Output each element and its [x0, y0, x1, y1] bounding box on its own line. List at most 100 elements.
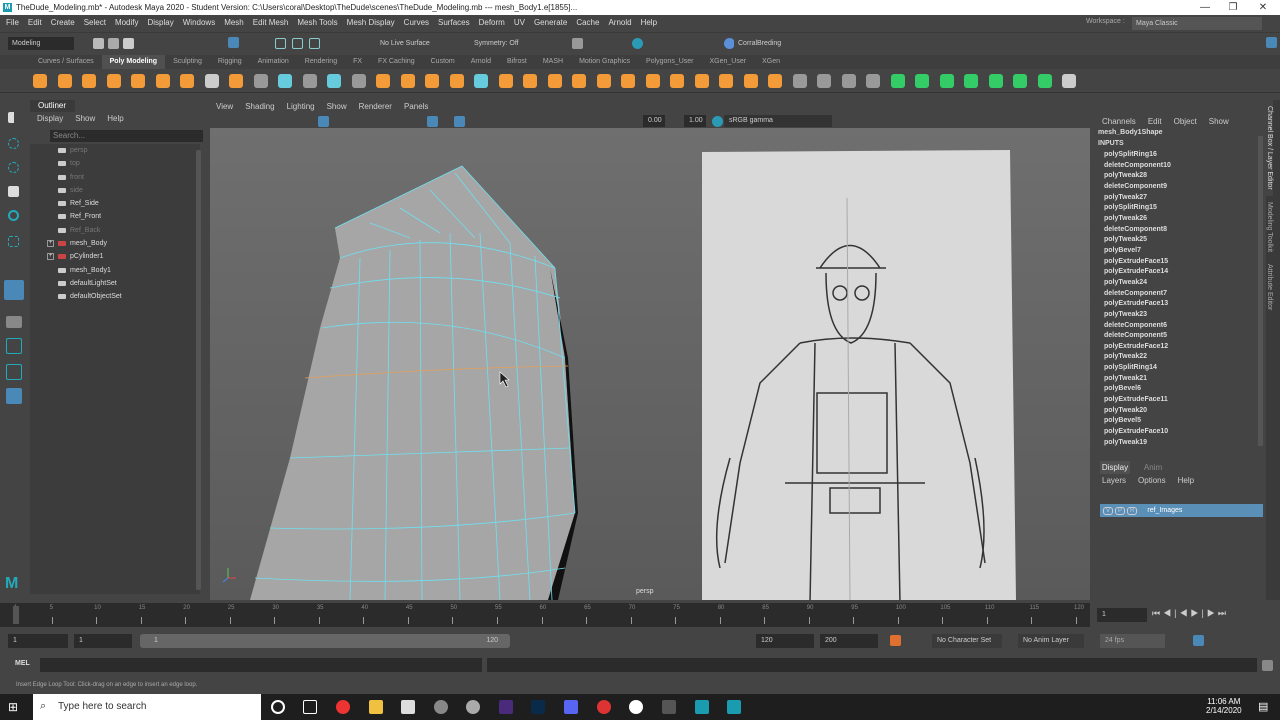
layer-row-ref-images[interactable]: V P R ref_Images — [1100, 504, 1263, 517]
shelf-tab-polygons-user[interactable]: Polygons_User — [638, 55, 701, 69]
playback-options-icon[interactable] — [1193, 635, 1204, 646]
character-set-dropdown[interactable]: No Character Set — [932, 634, 1002, 648]
channel-menu-edit[interactable]: Edit — [1148, 115, 1162, 129]
shelf-tab-mash[interactable]: MASH — [535, 55, 571, 69]
shelf-tool-icon[interactable] — [302, 74, 317, 88]
input-node[interactable]: polyExtrudeFace10 — [1095, 427, 1255, 438]
maya-active-icon[interactable] — [727, 700, 741, 714]
menu-surfaces[interactable]: Surfaces — [438, 18, 470, 27]
shelf-tab-sculpting[interactable]: Sculpting — [165, 55, 210, 69]
shelf-tool-icon[interactable] — [474, 74, 488, 88]
shelf-tool-icon[interactable] — [449, 74, 464, 88]
shelf-tool-icon[interactable] — [890, 74, 905, 88]
menu-mesh-display[interactable]: Mesh Display — [347, 18, 395, 27]
menu-help[interactable]: Help — [641, 18, 657, 27]
shelf-tab-xgen[interactable]: XGen — [754, 55, 788, 69]
shelf-tool-icon[interactable] — [670, 74, 684, 88]
auto-key-icon[interactable] — [890, 635, 901, 646]
input-node[interactable]: polySplitRing15 — [1095, 203, 1255, 214]
shelf-tool-icon[interactable] — [1037, 74, 1052, 88]
shelf-tool-icon[interactable] — [694, 74, 709, 88]
input-node[interactable]: polySplitRing14 — [1095, 363, 1255, 374]
outliner-item-ref-front[interactable]: Ref_Front — [30, 210, 200, 223]
anim-layer-dropdown[interactable]: No Anim Layer — [1018, 634, 1084, 648]
viewport-menu-lighting[interactable]: Lighting — [287, 100, 315, 114]
outliner-search-input[interactable]: Search... — [50, 130, 203, 142]
render-icon[interactable] — [572, 38, 583, 49]
viewport-menu-view[interactable]: View — [216, 100, 233, 114]
outliner-item-persp[interactable]: persp — [30, 144, 200, 157]
shelf-tool-icon[interactable] — [327, 74, 341, 88]
menu-cache[interactable]: Cache — [576, 18, 599, 27]
tab-display[interactable]: Display — [1100, 461, 1130, 474]
outliner-menu-display[interactable]: Display — [37, 112, 63, 126]
reference-toggle[interactable]: R — [1127, 506, 1138, 515]
color-management-icon[interactable] — [712, 116, 723, 127]
menuset-dropdown[interactable]: Modeling — [8, 37, 74, 50]
viewport-menu-shading[interactable]: Shading — [245, 100, 274, 114]
input-node[interactable]: polyExtrudeFace13 — [1095, 299, 1255, 310]
exposure-field[interactable]: 0.00 — [643, 115, 665, 127]
snap-curve-icon[interactable] — [292, 38, 303, 49]
lasso-tool-icon[interactable] — [8, 138, 19, 149]
move-tool-icon[interactable] — [8, 186, 19, 197]
channel-menu-show[interactable]: Show — [1209, 115, 1229, 129]
discord-icon[interactable] — [564, 700, 578, 714]
expand-icon[interactable]: + — [47, 240, 54, 248]
shelf-tab-fx[interactable]: FX — [345, 55, 370, 69]
photoshop-icon[interactable] — [531, 700, 545, 714]
shelf-tab-rigging[interactable]: Rigging — [210, 55, 250, 69]
shelf-tab-animation[interactable]: Animation — [250, 55, 297, 69]
task-view-icon[interactable] — [303, 700, 317, 714]
shelf-tab-poly-modeling[interactable]: Poly Modeling — [101, 55, 166, 69]
input-node[interactable]: polyTweak27 — [1095, 193, 1255, 204]
shelf-tab-arnold[interactable]: Arnold — [463, 55, 499, 69]
viewport-menu-panels[interactable]: Panels — [404, 100, 428, 114]
wireframe-toggle-icon[interactable] — [318, 116, 329, 127]
input-node[interactable]: polyBevel5 — [1095, 416, 1255, 427]
menu-select[interactable]: Select — [84, 18, 106, 27]
playback-toggle[interactable]: P — [1115, 506, 1126, 515]
smooth-shade-icon[interactable] — [427, 116, 438, 127]
app-icon[interactable] — [434, 700, 448, 714]
viewport-menu-show[interactable]: Show — [327, 100, 347, 114]
shelf-tool-icon[interactable] — [57, 74, 72, 88]
viewport-menu-renderer[interactable]: Renderer — [359, 100, 392, 114]
shelf-tool-icon[interactable] — [988, 74, 1003, 88]
input-node[interactable]: polyBevel6 — [1095, 384, 1255, 395]
playback-controls[interactable]: ⏮◀|◀▶|▶⏭ — [1152, 608, 1229, 619]
scale-tool-icon[interactable] — [8, 236, 19, 247]
input-node[interactable]: polyTweak23 — [1095, 310, 1255, 321]
single-perspective-layout-icon[interactable] — [4, 280, 24, 300]
shelf-tab-fx-caching[interactable]: FX Caching — [370, 55, 423, 69]
maya-icon[interactable] — [695, 700, 709, 714]
input-node[interactable]: polyTweak26 — [1095, 214, 1255, 225]
menu-arnold[interactable]: Arnold — [608, 18, 631, 27]
input-node[interactable]: deleteComponent6 — [1095, 321, 1255, 332]
gamma-field[interactable]: 1.00 — [684, 115, 706, 127]
chrome-icon[interactable] — [336, 700, 350, 714]
input-node[interactable]: polyTweak20 — [1095, 406, 1255, 417]
script-editor-icon[interactable] — [1262, 660, 1273, 671]
input-node[interactable]: polyExtrudeFace15 — [1095, 257, 1255, 268]
shelf-tool-icon[interactable] — [719, 74, 733, 88]
open-scene-icon[interactable] — [108, 38, 119, 49]
cortana-icon[interactable] — [271, 700, 285, 714]
paint-select-tool-icon[interactable] — [8, 162, 19, 173]
tab-anim[interactable]: Anim — [1135, 461, 1171, 474]
mail-icon[interactable] — [401, 700, 415, 714]
notifications-icon[interactable]: ▤ — [1258, 700, 1268, 713]
layer-menu-help[interactable]: Help — [1178, 474, 1194, 488]
shelf-tool-icon[interactable] — [155, 74, 170, 88]
input-node[interactable]: polyTweak22 — [1095, 352, 1255, 363]
select-tool-icon[interactable] — [8, 112, 16, 123]
outliner-item-defaultobjectset[interactable]: defaultObjectSet — [30, 290, 200, 303]
shelf-tab-rendering[interactable]: Rendering — [297, 55, 345, 69]
shelf-tool-icon[interactable] — [841, 74, 856, 88]
workspace-dropdown[interactable]: Maya Classic — [1132, 17, 1262, 30]
viewport-3d-view[interactable]: persp — [210, 128, 1090, 600]
layer-menu-layers[interactable]: Layers — [1102, 474, 1126, 488]
channel-box-scrollbar[interactable] — [1258, 136, 1263, 446]
shelf-tool-icon[interactable] — [425, 74, 439, 88]
shelf-tool-icon[interactable] — [131, 74, 145, 88]
